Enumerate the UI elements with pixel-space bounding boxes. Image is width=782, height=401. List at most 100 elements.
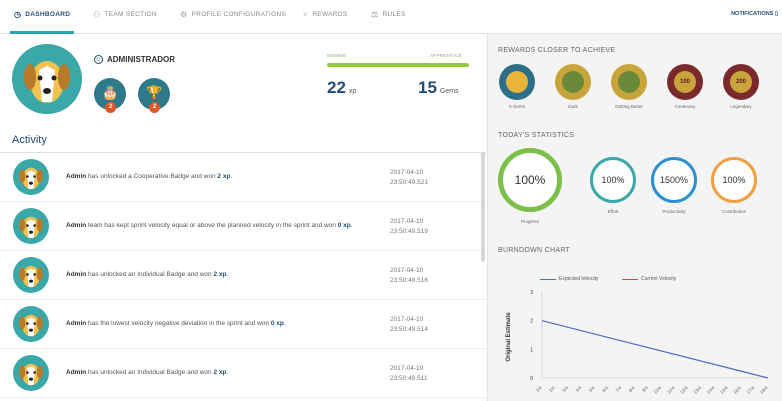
rules-icon: ⚖ [371, 10, 379, 19]
user-icon: ☺ [94, 55, 103, 64]
stat-ring: 100% [498, 148, 562, 212]
dog-avatar-icon [19, 265, 43, 288]
cooperative-badge[interactable]: 🎂 2 [94, 78, 126, 113]
rewards-title: REWARDS CLOSER TO ACHIEVE [498, 47, 616, 54]
reward-badge[interactable] [555, 64, 591, 100]
individual-badge[interactable]: 🏆 2 [138, 78, 170, 113]
y-tick-label: 3 [530, 290, 533, 296]
activity-user: Admin [66, 173, 87, 180]
activity-end: . [226, 271, 229, 278]
avatar[interactable] [13, 208, 49, 244]
dog-avatar-icon [19, 167, 43, 190]
gems-unit: Gems [439, 88, 459, 95]
activity-timestamp: 2017-04-10 23:50:49.514 [390, 315, 428, 335]
stat-label: Productivity [662, 209, 686, 214]
y-axis-label: Original Estimate [506, 312, 512, 362]
tab-team-section[interactable]: ⚇ TEAM SECTION [93, 10, 157, 19]
avatar[interactable] [13, 257, 49, 293]
gems-value: 15 [418, 78, 437, 97]
level-current-label: NEWBIE [327, 53, 347, 58]
activity-amount: 0 xp [270, 320, 284, 327]
x-tick-label: 1/4 [535, 385, 543, 393]
notifications-link[interactable]: NOTIFICATIONS ▯ [731, 11, 778, 17]
activity-text: Admin team has kept sprint velocity equa… [66, 202, 384, 250]
x-tick-label: 17/4 [746, 385, 756, 395]
y-tick-label: 0 [530, 376, 533, 382]
stat-ring: 100% [590, 157, 636, 203]
activity-date: 2017-04-10 [390, 365, 424, 372]
x-tick-label: 12/4 [679, 385, 689, 395]
activity-amount: 2 xp [217, 173, 231, 180]
badge-count: 2 [105, 102, 116, 113]
avatar[interactable] [13, 306, 49, 342]
tab-label: REWARDS [312, 11, 348, 18]
expected-velocity-line [541, 320, 769, 379]
xp-value: 22 [327, 78, 346, 97]
x-tick-label: 2/4 [548, 385, 556, 393]
activity-list: Admin has unlocked a Cooperative Badge a… [0, 152, 486, 401]
tab-rewards[interactable]: ♆ REWARDS [302, 10, 347, 19]
reward-label: Getting Better [615, 104, 643, 109]
x-tick-label: 7/4 [615, 385, 623, 393]
legend-current-line [622, 278, 638, 280]
avatar[interactable] [13, 355, 49, 391]
reward-emblem-icon [506, 71, 528, 93]
avatar[interactable] [13, 159, 49, 195]
activity-message: team has kept sprint velocity equal or a… [88, 222, 336, 229]
xp-unit: xp [348, 88, 357, 95]
stat-ring: 100% [711, 157, 757, 203]
activity-title: Activity [12, 134, 47, 146]
dog-avatar-icon [19, 314, 43, 337]
trophy-icon: 🏆 [146, 85, 163, 100]
activity-time: 23:50:49.519 [390, 228, 428, 235]
activity-row: Admin has unlocked an Individual Badge a… [0, 349, 486, 398]
dog-avatar-icon [19, 363, 43, 386]
reward-badge[interactable] [499, 64, 535, 100]
activity-timestamp: 2017-04-10 23:50:49.516 [390, 266, 428, 286]
x-tick-label: 4/4 [575, 385, 583, 393]
activity-scrollbar[interactable] [481, 152, 485, 262]
tab-label: DASHBOARD [25, 11, 71, 18]
dog-avatar-icon [24, 61, 70, 103]
activity-user: Admin [66, 222, 87, 229]
xp-stat: 22 xp [327, 78, 356, 98]
activity-message: has unlocked an Individual Badge and won [88, 271, 212, 278]
activity-amount: 2 xp [213, 271, 227, 278]
x-tick-label: 15/4 [719, 385, 729, 395]
gear-icon: ⚙ [180, 10, 188, 19]
reward-label: 5 Gems [509, 104, 525, 109]
reward-emblem-icon [562, 71, 584, 93]
tab-dashboard[interactable]: ◷ DASHBOARD [14, 10, 70, 19]
x-tick-label: 14/4 [706, 385, 716, 395]
reward-badge[interactable]: 200 [723, 64, 759, 100]
activity-timestamp: 2017-04-10 23:50:49.519 [390, 217, 428, 237]
team-icon: ⚇ [93, 10, 101, 19]
badge-count: 2 [149, 102, 160, 113]
gems-stat: 15 Gems [418, 78, 459, 98]
reward-emblem-icon: 100 [674, 71, 696, 93]
tab-profile-configurations[interactable]: ⚙ PROFILE CONFIGURATIONS [180, 10, 286, 19]
activity-text: Admin has the lowest velocity negative d… [66, 300, 384, 348]
activity-message: has unlocked an Individual Badge and won [88, 369, 212, 376]
activity-row: Admin has unlocked a Cooperative Badge a… [0, 153, 486, 202]
x-tick-label: 8/4 [628, 385, 636, 393]
tab-rules[interactable]: ⚖ RULES [371, 10, 406, 19]
notifications-label: NOTIFICATIONS [731, 11, 774, 17]
cake-icon: 🎂 [102, 85, 119, 100]
clock-icon: ◷ [14, 10, 22, 19]
tab-label: PROFILE CONFIGURATIONS [191, 11, 287, 18]
top-navigation: ◷ DASHBOARD ⚇ TEAM SECTION ⚙ PROFILE CON… [0, 0, 782, 34]
activity-end: . [350, 222, 353, 229]
x-tick-label: 3/4 [561, 385, 569, 393]
stat-label: Effort [607, 209, 619, 214]
x-tick-label: 6/4 [601, 385, 609, 393]
reward-badge[interactable]: 100 [667, 64, 703, 100]
activity-date: 2017-04-10 [390, 316, 424, 323]
x-tick-label: 9/4 [641, 385, 649, 393]
reward-badge[interactable] [611, 64, 647, 100]
avatar[interactable] [12, 44, 82, 114]
x-tick-label: 16/4 [732, 385, 742, 395]
activity-message: has unlocked a Cooperative Badge and won [88, 173, 216, 180]
activity-user: Admin [66, 369, 87, 376]
level-progress-bar [327, 63, 469, 67]
